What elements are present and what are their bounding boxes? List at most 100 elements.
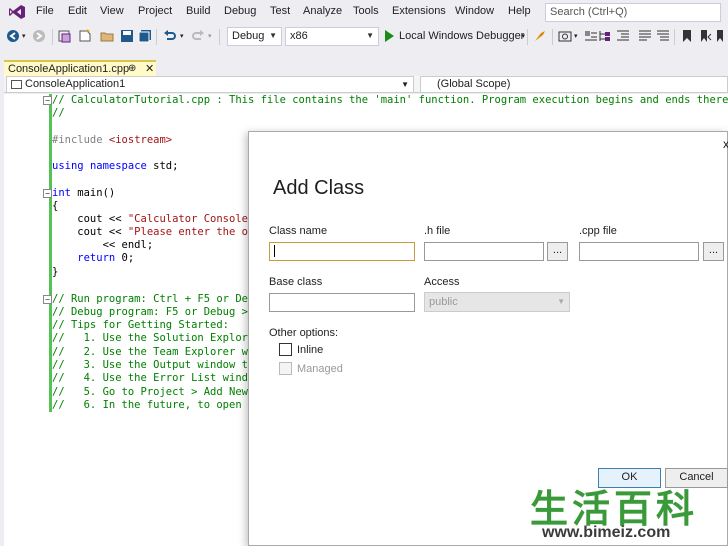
access-label: Access — [424, 276, 460, 288]
navigation-bar: ConsoleApplication1 ▼ (Global Scope) — [4, 76, 728, 93]
configuration-select[interactable]: Debug ▼ — [227, 27, 282, 46]
solution-icon[interactable] — [58, 29, 72, 43]
watermark-url: www.bimeiz.com — [542, 524, 671, 541]
code-token: "Calculator Console Ap — [127, 213, 267, 225]
menu-view[interactable]: View — [100, 5, 124, 17]
back-dropdown-icon[interactable]: ▾ — [22, 32, 26, 40]
chevron-down-icon: ▾ — [521, 33, 525, 40]
screenshot-icon[interactable] — [558, 29, 572, 43]
code-line: // 5. Go to Project > Add New It — [52, 386, 267, 398]
access-select[interactable]: public ▼ — [424, 292, 570, 312]
menu-build[interactable]: Build — [186, 5, 210, 17]
visual-studio-logo-icon — [9, 5, 25, 19]
back-icon[interactable] — [6, 29, 20, 43]
base-class-input[interactable] — [269, 293, 415, 312]
chevron-down-icon: ▼ — [557, 297, 565, 306]
play-icon — [385, 30, 394, 42]
run-debugger-label: Local Windows Debugger — [399, 30, 525, 42]
code-line: int main() — [52, 187, 115, 200]
menu-tools[interactable]: Tools — [353, 5, 379, 17]
collapse-icon[interactable]: − — [43, 96, 52, 105]
code-line: { — [52, 200, 59, 212]
code-token: using — [52, 160, 84, 172]
collapse-icon[interactable]: − — [43, 189, 52, 198]
toolbar-separator — [674, 29, 675, 45]
cpp-file-label: .cpp file — [579, 225, 617, 237]
code-line: cout << "Calculator Console Ap — [52, 213, 267, 226]
comment-icon[interactable] — [638, 29, 652, 43]
code-line: // Tips for Getting Started: — [52, 319, 230, 331]
project-value: ConsoleApplication1 — [25, 78, 126, 90]
chevron-down-icon[interactable]: ▾ — [574, 32, 578, 40]
access-value: public — [429, 296, 458, 308]
close-icon[interactable]: x — [723, 137, 728, 151]
chevron-down-icon: ▼ — [366, 31, 374, 40]
bookmark-icon[interactable] — [680, 29, 694, 43]
code-token: namespace — [89, 160, 147, 172]
managed-checkbox[interactable] — [279, 362, 292, 375]
h-file-browse-button[interactable]: ... — [547, 242, 568, 261]
prev-bookmark-icon[interactable] — [698, 29, 712, 43]
code-line: // 6. In the future, to open thi — [52, 399, 267, 411]
search-input[interactable]: Search (Ctrl+Q) — [545, 3, 721, 22]
h-file-input[interactable] — [424, 242, 544, 261]
tab-file[interactable]: ConsoleApplication1.cpp ⊕ ✕ — [4, 60, 156, 76]
save-icon[interactable] — [120, 29, 134, 43]
watermark-logo: 生活百科 www.bimeiz.com — [528, 478, 728, 546]
configuration-value: Debug — [232, 30, 265, 42]
toolbar-separator — [527, 29, 528, 45]
menu-test[interactable]: Test — [270, 5, 290, 17]
close-icon[interactable]: ✕ — [145, 62, 154, 75]
toolbar-separator — [156, 29, 157, 45]
text-caret — [274, 245, 275, 257]
code-line: // Run program: Ctrl + F5 or Debug — [52, 293, 267, 305]
collapse-icon[interactable]: − — [43, 295, 52, 304]
menu-edit[interactable]: Edit — [68, 5, 87, 17]
code-token: int — [52, 187, 71, 199]
menu-file[interactable]: File — [36, 5, 54, 17]
uncomment-icon[interactable] — [656, 29, 670, 43]
code-token: std; — [146, 160, 179, 172]
undo-dropdown-icon[interactable]: ▾ — [180, 32, 184, 40]
project-select[interactable]: ConsoleApplication1 ▼ — [6, 76, 414, 93]
platform-value: x86 — [290, 30, 308, 42]
save-all-icon[interactable] — [138, 29, 152, 43]
other-options-label: Other options: — [269, 327, 339, 339]
menu-help[interactable]: Help — [508, 5, 531, 17]
next-bookmark-icon[interactable] — [714, 29, 728, 43]
indent-icon[interactable] — [616, 29, 630, 43]
menu-window[interactable]: Window — [455, 5, 494, 17]
class-view-icon[interactable] — [598, 29, 612, 43]
toolbar-separator — [52, 29, 53, 45]
menu-bar: File Edit View Project Build Debug Test … — [0, 0, 728, 24]
undo-icon[interactable] — [163, 29, 177, 43]
code-token: #include — [52, 134, 109, 146]
cpp-file-input[interactable] — [579, 242, 699, 261]
menu-analyze[interactable]: Analyze — [303, 5, 342, 17]
scope-select[interactable]: (Global Scope) — [420, 76, 728, 93]
hot-reload-icon[interactable] — [533, 29, 547, 43]
redo-icon[interactable] — [191, 29, 205, 43]
class-name-input[interactable] — [269, 242, 415, 261]
new-item-icon[interactable] — [78, 29, 92, 43]
toolbar-separator — [552, 29, 553, 45]
code-token: main() — [70, 187, 116, 199]
managed-label: Managed — [297, 363, 343, 375]
code-line: // 4. Use the Error List window — [52, 372, 261, 384]
open-folder-icon[interactable] — [100, 29, 114, 43]
code-line: // CalculatorTutorial.cpp : This file co… — [52, 94, 728, 106]
forward-icon[interactable] — [32, 29, 46, 43]
code-token: return — [52, 252, 116, 264]
cpp-file-browse-button[interactable]: ... — [703, 242, 724, 261]
menu-extensions[interactable]: Extensions — [392, 5, 446, 17]
inline-checkbox[interactable] — [279, 343, 292, 356]
platform-select[interactable]: x86 ▼ — [285, 27, 379, 46]
menu-project[interactable]: Project — [138, 5, 172, 17]
format-icon[interactable] — [584, 29, 598, 43]
code-line: using namespace std; — [52, 160, 178, 173]
redo-dropdown-icon[interactable]: ▾ — [208, 32, 212, 40]
pin-icon[interactable]: ⊕ — [128, 63, 136, 74]
menu-debug[interactable]: Debug — [224, 5, 256, 17]
run-debugger-button[interactable]: Local Windows Debugger ▾ — [383, 28, 525, 45]
code-line: } — [52, 266, 59, 278]
